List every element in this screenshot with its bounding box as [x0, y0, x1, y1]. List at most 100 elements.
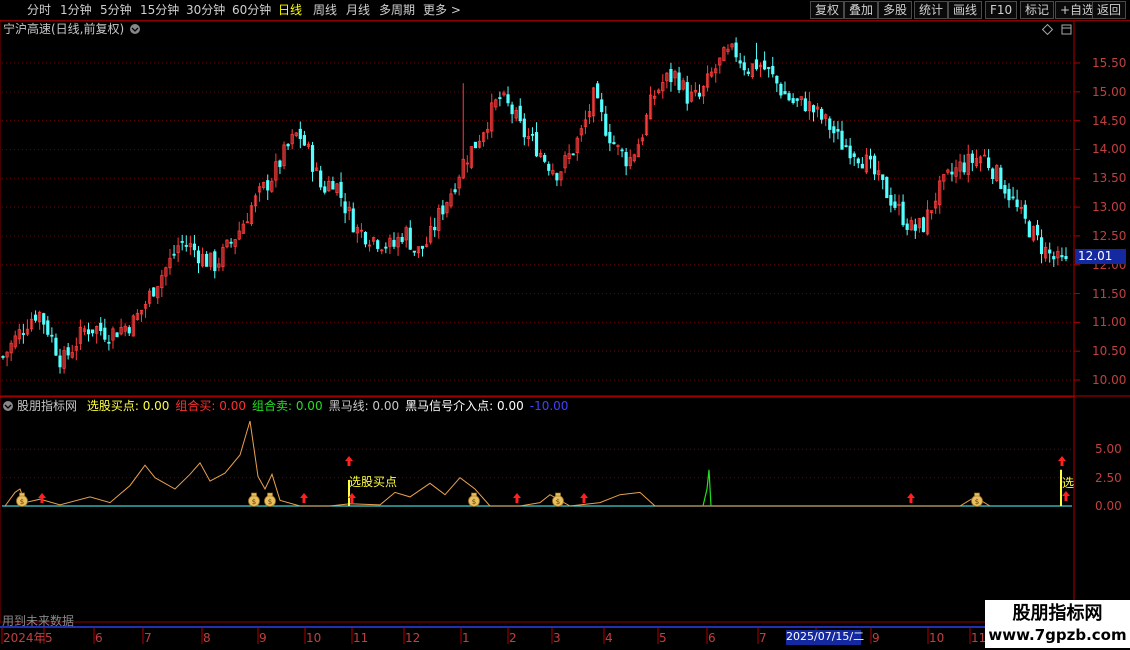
candle-body — [872, 155, 877, 175]
candle-body — [881, 174, 885, 180]
candle-body — [779, 83, 783, 96]
price-tick: 11.50 — [1092, 286, 1127, 301]
candle-body — [1027, 221, 1031, 238]
candle-body — [820, 108, 824, 120]
combo-sell-spike — [702, 469, 712, 507]
candle-body — [1048, 249, 1052, 254]
window-icon[interactable] — [1061, 24, 1072, 35]
candle-body — [392, 239, 396, 247]
candle-body — [571, 153, 575, 156]
xaxis-label: 7 — [144, 631, 152, 645]
candlestick-series — [1, 37, 1068, 374]
candle-body — [620, 149, 624, 152]
indicator-legend-item: 组合买: 0.00 — [175, 399, 246, 413]
watermark-line1: 股朋指标网 — [1012, 603, 1103, 624]
candle-body — [783, 91, 787, 95]
candle-body — [86, 329, 91, 335]
candle-body — [832, 126, 836, 134]
candle-body — [412, 250, 416, 253]
candle-body — [913, 224, 917, 231]
diamond-icon[interactable] — [1041, 23, 1054, 36]
candle-body — [376, 240, 380, 249]
candle-body — [473, 141, 478, 149]
chart-canvas: $ $ $ $ $ $ — [0, 20, 1130, 644]
candle-body — [791, 98, 795, 104]
candle-body — [1011, 196, 1015, 199]
candle-body — [433, 226, 437, 231]
price-tick: 10.00 — [1092, 373, 1127, 387]
signal-annotation-edge: 选 — [1062, 476, 1075, 490]
candle-body — [1052, 256, 1056, 260]
candle-body — [1039, 237, 1044, 255]
indicator-series — [4, 420, 1062, 507]
candle-body — [298, 128, 302, 140]
candle-body — [522, 118, 526, 138]
xaxis-label: 7 — [759, 631, 767, 645]
buy-arrow-icon — [580, 493, 588, 503]
candle-body — [962, 162, 966, 173]
candle-body — [754, 59, 759, 70]
candle-body — [205, 253, 209, 267]
candle-body — [795, 98, 799, 101]
xaxis-label: 9 — [872, 631, 880, 645]
candle-body — [46, 320, 50, 335]
candle-body — [738, 60, 742, 64]
candle-body — [33, 314, 38, 321]
candle-body — [604, 113, 608, 136]
candle-body — [408, 227, 412, 250]
candle-body — [184, 245, 188, 247]
candle-body — [612, 142, 616, 145]
candle-body — [555, 173, 559, 181]
candle-body — [343, 201, 347, 214]
candle-body — [734, 42, 738, 58]
candle-body — [775, 75, 779, 84]
indicator-legend-item: 黑马线: 0.00 — [328, 399, 400, 413]
candle-body — [50, 334, 54, 337]
candle-body — [1015, 199, 1019, 208]
candle-body — [840, 130, 844, 150]
svg-text:$: $ — [472, 498, 476, 506]
candle-body — [278, 160, 282, 168]
title-dropdown-icon[interactable] — [130, 24, 140, 34]
candle-body — [836, 129, 840, 132]
buy-arrow-icon — [38, 493, 46, 503]
price-tick: 12.50 — [1092, 228, 1127, 243]
candle-body — [530, 133, 535, 136]
indicator-legend-item: -10.00 — [529, 399, 569, 413]
indicator-tick: 5.00 — [1095, 442, 1122, 457]
candle-body — [844, 145, 848, 148]
xaxis-label: 4 — [605, 631, 613, 645]
price-tick: 13.50 — [1092, 171, 1127, 186]
svg-text:$: $ — [252, 498, 256, 506]
candle-body — [339, 181, 343, 198]
candle-body — [669, 69, 673, 83]
svg-text:$: $ — [975, 498, 979, 506]
indicator-legend: 股朋指标网 选股买点: 0.00 组合买: 0.00 组合卖: 0.00 黑马线: 0… — [17, 399, 568, 413]
candle-body — [950, 171, 954, 175]
indicator-name: 股朋指标网 — [17, 399, 78, 413]
current-price-label: 12.01 — [1075, 249, 1126, 264]
candle-body — [1007, 188, 1011, 201]
candle-body — [58, 355, 62, 368]
candle-body — [420, 245, 425, 249]
candle-body — [107, 341, 111, 344]
candle-body — [608, 131, 612, 144]
xaxis-label: 11 — [971, 631, 987, 645]
candle-body — [54, 337, 58, 356]
price-tick: 15.00 — [1092, 84, 1127, 99]
candle-body — [1060, 255, 1064, 258]
svg-text:$: $ — [20, 498, 24, 506]
buy-arrow-icon — [907, 493, 915, 503]
svg-text:$: $ — [556, 498, 560, 506]
candle-body — [1, 356, 5, 358]
indicator-dropdown-icon[interactable] — [3, 401, 13, 411]
candle-body — [115, 332, 119, 338]
candle-body — [319, 170, 323, 188]
candle-body — [310, 145, 315, 172]
candle-body — [828, 118, 832, 130]
candle-body — [991, 168, 995, 180]
candle-body — [921, 217, 926, 233]
candle-body — [172, 253, 176, 256]
candle-body — [596, 83, 600, 99]
price-tick: 10.50 — [1092, 344, 1127, 359]
